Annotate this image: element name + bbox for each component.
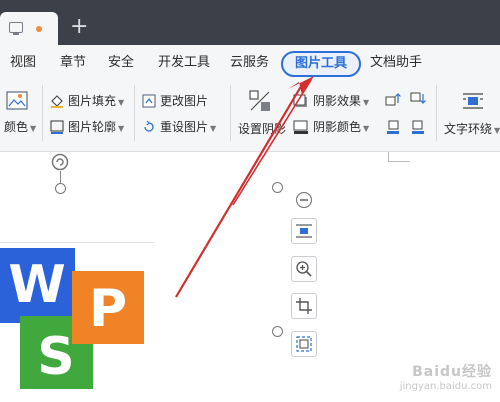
- shadow-nudge-down-icon[interactable]: [410, 91, 426, 107]
- shadow-effect-button[interactable]: 阴影效果 ▼: [293, 93, 369, 111]
- logo-letter-p: P: [89, 279, 127, 339]
- divider: [436, 85, 437, 141]
- ribbon-toolbar: 颜色 ▼ 图片填充 ▼ 图片轮廓 ▼ 更改图片 重设图片 ▼ 设置阴影 阴影效果…: [0, 81, 500, 152]
- outline-pen-icon: [50, 120, 64, 134]
- shadow-nudge-left-icon[interactable]: [385, 119, 401, 135]
- paint-bucket-icon: [51, 95, 63, 108]
- shadow-effect-label: 阴影效果: [313, 94, 362, 108]
- resize-handle-right[interactable]: [272, 326, 283, 337]
- baidu-watermark: Baidu经验 jingyan.baidu.com: [400, 361, 492, 392]
- logo-letter-w: W: [8, 255, 65, 315]
- resize-handle-top-right[interactable]: [272, 182, 283, 193]
- dropdown-caret-icon: ▼: [210, 124, 217, 133]
- divider: [42, 85, 43, 141]
- reset-picture-icon: [144, 120, 154, 132]
- shadow-color-label: 阴影颜色: [313, 120, 362, 134]
- crop-icon: [296, 298, 312, 314]
- zoom-in-icon: [296, 261, 312, 277]
- menu-picture-tools[interactable]: 图片工具: [281, 51, 362, 77]
- unsaved-dot-icon: [36, 26, 42, 32]
- text-wrap-icon: [463, 93, 483, 109]
- change-picture-button[interactable]: 更改图片: [142, 93, 208, 109]
- menu-doc-assistant[interactable]: 文档助手: [370, 55, 422, 71]
- new-tab-icon[interactable]: +: [70, 16, 88, 38]
- menu-cloud-service[interactable]: 云服务: [230, 55, 269, 71]
- shadow-settings-icon: [249, 90, 270, 111]
- reset-picture-button[interactable]: 重设图片 ▼: [142, 119, 216, 137]
- zoom-in-button[interactable]: [291, 256, 317, 282]
- monitor-icon: [9, 22, 23, 35]
- rotate-handle-icon[interactable]: [51, 153, 69, 171]
- shadow-nudge-up-icon[interactable]: [385, 91, 401, 107]
- wps-logo-image[interactable]: W S P: [0, 248, 150, 393]
- selection-frame-edge: [0, 242, 155, 243]
- resize-handle-top[interactable]: [55, 183, 66, 194]
- picture-outline-label: 图片轮廓: [68, 120, 117, 134]
- dropdown-caret-icon: ▼: [118, 98, 125, 107]
- shadow-color-button[interactable]: 阴影颜色 ▼: [293, 119, 369, 137]
- shadow-nudge-right-icon[interactable]: [410, 119, 426, 135]
- dropdown-caret-icon: ▼: [363, 124, 370, 133]
- watermark-site: Baidu经验: [412, 364, 492, 380]
- image-color-icon: [6, 91, 28, 110]
- text-wrap-label: 文字环绕: [444, 122, 493, 136]
- shadow-settings-label: 设置阴影: [238, 122, 287, 136]
- layout-options-icon: [296, 224, 312, 238]
- document-canvas: W S P Baidu经验 jingyan.baidu.com: [0, 152, 500, 402]
- logo-letter-s: S: [37, 327, 74, 387]
- color-label: 颜色: [4, 120, 29, 134]
- zoom-out-button[interactable]: [292, 188, 316, 212]
- watermark-url: jingyan.baidu.com: [399, 381, 492, 392]
- margin-corner-mark: [388, 161, 410, 162]
- picture-outline-button[interactable]: 图片轮廓 ▼: [50, 119, 124, 137]
- menu-developer-tools[interactable]: 开发工具: [158, 55, 210, 71]
- menu-bar: 视图 章节 安全 开发工具 云服务 图片工具 文档助手: [0, 45, 500, 81]
- dropdown-caret-icon: ▼: [363, 98, 370, 107]
- change-picture-label: 更改图片: [160, 94, 209, 108]
- menu-view[interactable]: 视图: [10, 55, 36, 71]
- dropdown-caret-icon: ▼: [118, 124, 125, 133]
- picture-fill-label: 图片填充: [68, 94, 117, 108]
- dropdown-caret-icon: ▼: [494, 126, 500, 135]
- zoom-out-icon: [295, 191, 313, 209]
- title-bar: +: [0, 0, 500, 45]
- shadow-color-icon: [293, 120, 308, 134]
- divider: [230, 85, 231, 141]
- layout-options-button[interactable]: [291, 218, 317, 244]
- divider: [134, 85, 135, 141]
- crop-button[interactable]: [291, 293, 317, 319]
- reset-picture-label: 重设图片: [160, 120, 209, 134]
- document-tab[interactable]: [0, 12, 58, 45]
- dropdown-caret-icon: ▼: [30, 124, 37, 133]
- shadow-effect-icon: [293, 94, 307, 107]
- picture-to-text-button[interactable]: [291, 331, 317, 357]
- picture-fill-button[interactable]: 图片填充 ▼: [50, 93, 124, 111]
- picture-to-text-icon: [296, 336, 312, 352]
- menu-security[interactable]: 安全: [108, 55, 134, 71]
- change-picture-icon: [142, 94, 156, 108]
- menu-chapter[interactable]: 章节: [60, 55, 86, 71]
